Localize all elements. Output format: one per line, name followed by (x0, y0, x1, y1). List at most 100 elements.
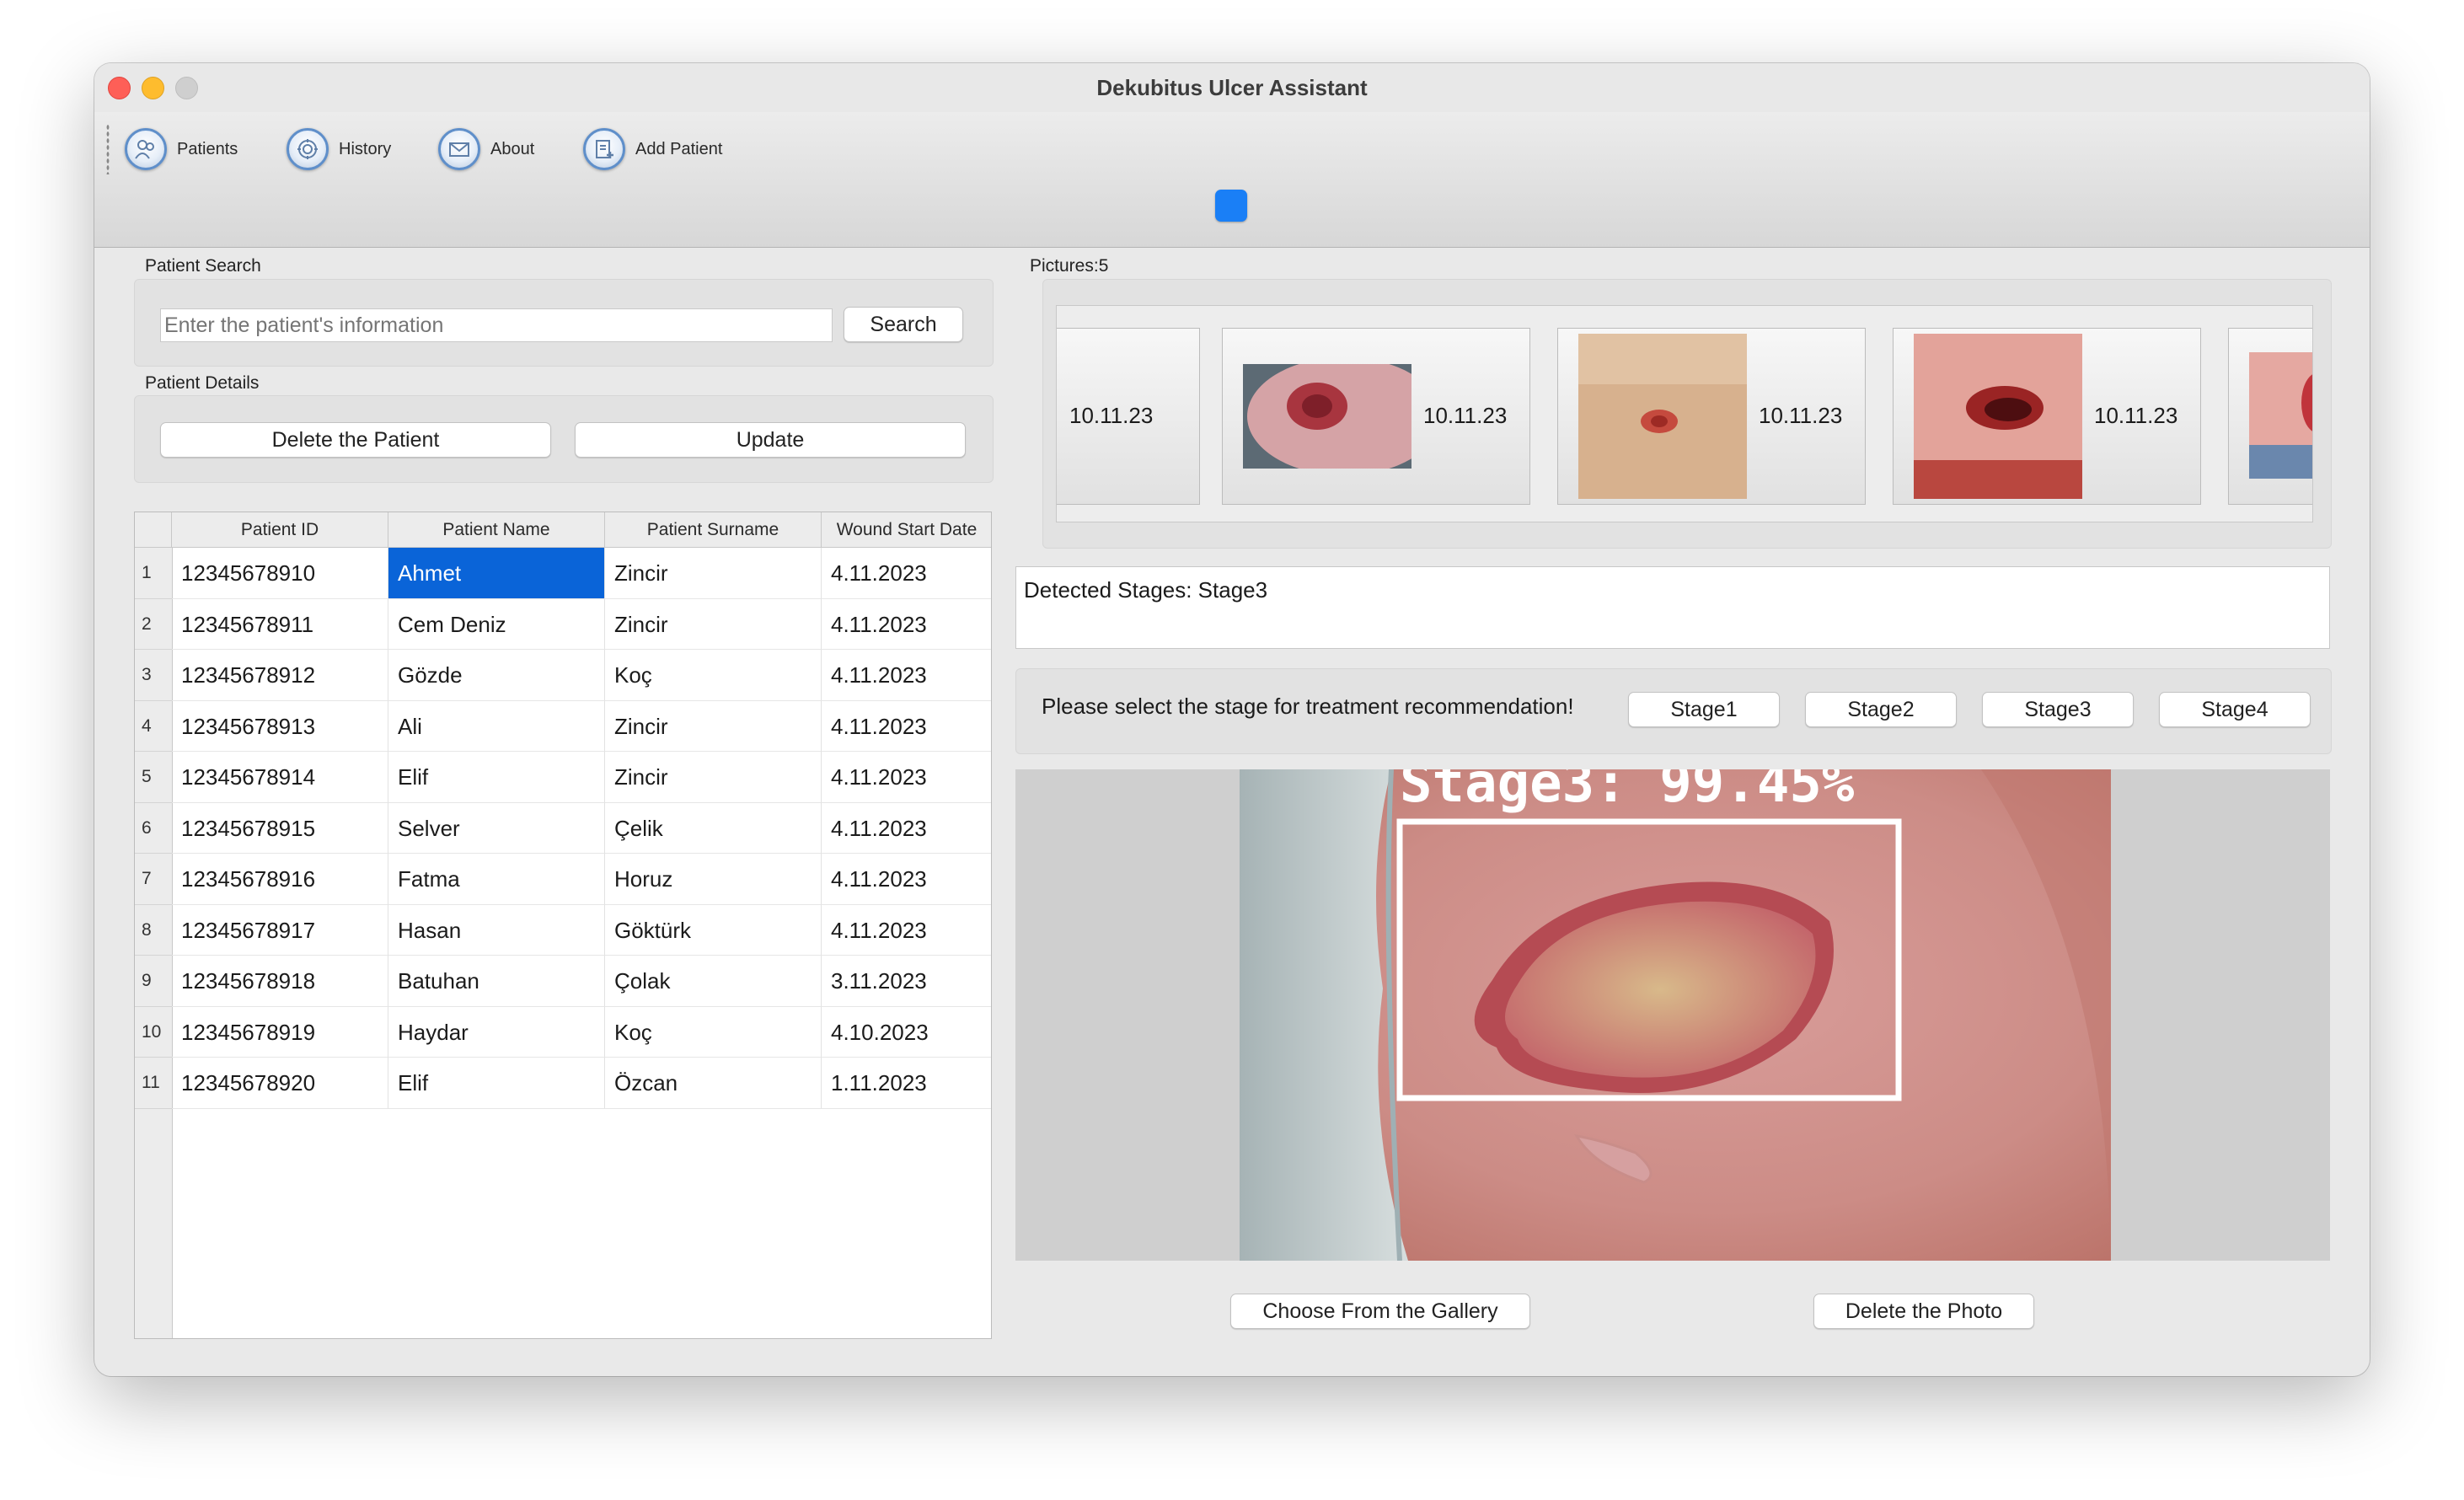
patient-id-cell[interactable]: 12345678912 (172, 650, 388, 701)
thumbnail-date: 10.11.23 (1423, 403, 1508, 428)
column-header-patient-surname[interactable]: Patient Surname (605, 512, 822, 548)
patient-surname-cell[interactable]: Özcan (605, 1058, 822, 1109)
wound-start-date-cell[interactable]: 3.11.2023 (822, 956, 991, 1007)
row-number[interactable]: 11 (135, 1058, 172, 1109)
toolbar-patients-button[interactable]: Patients (125, 126, 238, 173)
row-number[interactable]: 1 (135, 548, 172, 599)
wound-start-date-cell[interactable]: 4.11.2023 (822, 752, 991, 803)
stage2-button[interactable]: Stage2 (1805, 692, 1957, 727)
stage4-button[interactable]: Stage4 (2159, 692, 2311, 727)
patient-id-cell[interactable]: 12345678919 (172, 1006, 388, 1058)
patient-surname-cell[interactable]: Horuz (605, 854, 822, 905)
search-button[interactable]: Search (844, 307, 963, 342)
patient-surname-cell[interactable]: Göktürk (605, 904, 822, 956)
patient-id-cell[interactable]: 12345678917 (172, 904, 388, 956)
wound-start-date-cell[interactable]: 4.11.2023 (822, 803, 991, 854)
patients-table[interactable]: Patient ID Patient Name Patient Surname … (134, 512, 992, 1339)
delete-patient-button[interactable]: Delete the Patient (160, 422, 551, 458)
column-header-wound-start-date[interactable]: Wound Start Date (822, 512, 991, 548)
patient-surname-cell[interactable]: Koç (605, 650, 822, 701)
thumbnail-date: 10.11.23 (2094, 403, 2178, 428)
patient-id-cell[interactable]: 12345678916 (172, 854, 388, 905)
wound-start-date-cell[interactable]: 1.11.2023 (822, 1058, 991, 1109)
patient-name-cell[interactable]: Elif (388, 1058, 605, 1109)
wound-analysis-image: Stage3: 99.45% (1240, 769, 2111, 1261)
wound-start-date-cell[interactable]: 4.10.2023 (822, 1007, 991, 1058)
row-number[interactable]: 9 (135, 956, 172, 1007)
patient-name-cell[interactable]: Gözde (388, 650, 605, 701)
row-number[interactable]: 6 (135, 803, 172, 854)
row-number[interactable]: 10 (135, 1007, 172, 1058)
patient-name-cell[interactable]: Ali (388, 700, 605, 752)
patient-surname-cell[interactable]: Çelik (605, 802, 822, 854)
wound-start-date-cell[interactable]: 4.11.2023 (822, 548, 991, 599)
patient-name-cell[interactable]: Elif (388, 752, 605, 803)
patient-surname-cell[interactable]: Zincir (605, 548, 822, 599)
table-corner (135, 512, 172, 548)
toolbar-history-button[interactable]: History (287, 126, 391, 173)
thumbnail-date: 10.11.23 (1069, 403, 1154, 428)
thumbnail-item[interactable]: 10.11.23 (1557, 328, 1866, 505)
row-number[interactable]: 5 (135, 752, 172, 803)
column-header-patient-name[interactable]: Patient Name (388, 512, 605, 548)
thumbnail-item[interactable] (2228, 328, 2312, 505)
toolbar-about-button[interactable]: About (438, 126, 534, 173)
patient-id-cell[interactable]: 12345678915 (172, 802, 388, 854)
patient-name-cell[interactable]: Haydar (388, 1006, 605, 1058)
history-icon (287, 128, 329, 170)
row-number[interactable]: 4 (135, 701, 172, 752)
thumbnail-item[interactable]: 10.11.23 (1893, 328, 2201, 505)
column-header-patient-id[interactable]: Patient ID (172, 512, 388, 548)
patient-surname-cell[interactable]: Zincir (605, 700, 822, 752)
patient-name-cell[interactable]: Hasan (388, 904, 605, 956)
row-number[interactable]: 8 (135, 905, 172, 956)
wound-start-date-cell[interactable]: 4.11.2023 (822, 650, 991, 701)
stage-selection-prompt: Please select the stage for treatment re… (1042, 694, 1574, 719)
toolbar-about-label: About (490, 139, 535, 158)
stage1-button[interactable]: Stage1 (1628, 692, 1780, 727)
patient-id-cell[interactable]: 12345678910 (172, 548, 388, 599)
thumbnail-item[interactable]: 10.11.23 (1222, 328, 1530, 505)
patient-name-cell[interactable]: Cem Deniz (388, 598, 605, 650)
patient-name-cell[interactable]: Ahmet (388, 548, 605, 599)
patient-id-cell[interactable]: 12345678913 (172, 700, 388, 752)
thumbnail-strip[interactable]: 10.11.23 10.11.23 10.11.23 10.11.23 (1056, 305, 2313, 522)
wound-start-date-cell[interactable]: 4.11.2023 (822, 905, 991, 956)
toolbar-patients-label: Patients (177, 139, 238, 158)
patient-surname-cell[interactable]: Zincir (605, 752, 822, 803)
thumbnail-item[interactable]: 10.11.23 (1057, 328, 1200, 505)
close-window-button[interactable] (108, 77, 131, 99)
row-number[interactable]: 2 (135, 599, 172, 650)
splitter-handle[interactable] (1215, 190, 1247, 222)
patient-id-cell[interactable]: 12345678911 (172, 598, 388, 650)
wound-start-date-cell[interactable]: 4.11.2023 (822, 599, 991, 650)
patient-id-cell[interactable]: 12345678918 (172, 956, 388, 1007)
zoom-window-button[interactable] (175, 77, 198, 99)
update-patient-button[interactable]: Update (575, 422, 966, 458)
patient-surname-cell[interactable]: Koç (605, 1006, 822, 1058)
row-number[interactable]: 3 (135, 650, 172, 701)
patient-id-cell[interactable]: 12345678920 (172, 1058, 388, 1109)
row-number[interactable]: 7 (135, 854, 172, 905)
wound-thumbnail-image (1578, 334, 1747, 499)
toolbar-grip-handle[interactable] (106, 124, 110, 174)
toolbar-add-patient-button[interactable]: Add Patient (583, 126, 722, 173)
wound-start-date-cell[interactable]: 4.11.2023 (822, 854, 991, 905)
toolbar-history-label: History (339, 139, 392, 158)
choose-from-gallery-button[interactable]: Choose From the Gallery (1230, 1294, 1530, 1329)
patient-search-label: Patient Search (145, 256, 261, 276)
wound-start-date-cell[interactable]: 4.11.2023 (822, 701, 991, 752)
patient-name-cell[interactable]: Batuhan (388, 956, 605, 1007)
delete-photo-button[interactable]: Delete the Photo (1813, 1294, 2034, 1329)
stage3-button[interactable]: Stage3 (1982, 692, 2134, 727)
patient-name-cell[interactable]: Fatma (388, 854, 605, 905)
search-group: Search (134, 279, 994, 367)
patient-search-input[interactable] (160, 308, 833, 342)
wound-thumbnail-image (2249, 352, 2312, 479)
wound-thumbnail-image (1243, 364, 1411, 469)
patient-id-cell[interactable]: 12345678914 (172, 752, 388, 803)
patient-name-cell[interactable]: Selver (388, 802, 605, 854)
patient-surname-cell[interactable]: Çolak (605, 956, 822, 1007)
patient-surname-cell[interactable]: Zincir (605, 598, 822, 650)
minimize-window-button[interactable] (142, 77, 164, 99)
